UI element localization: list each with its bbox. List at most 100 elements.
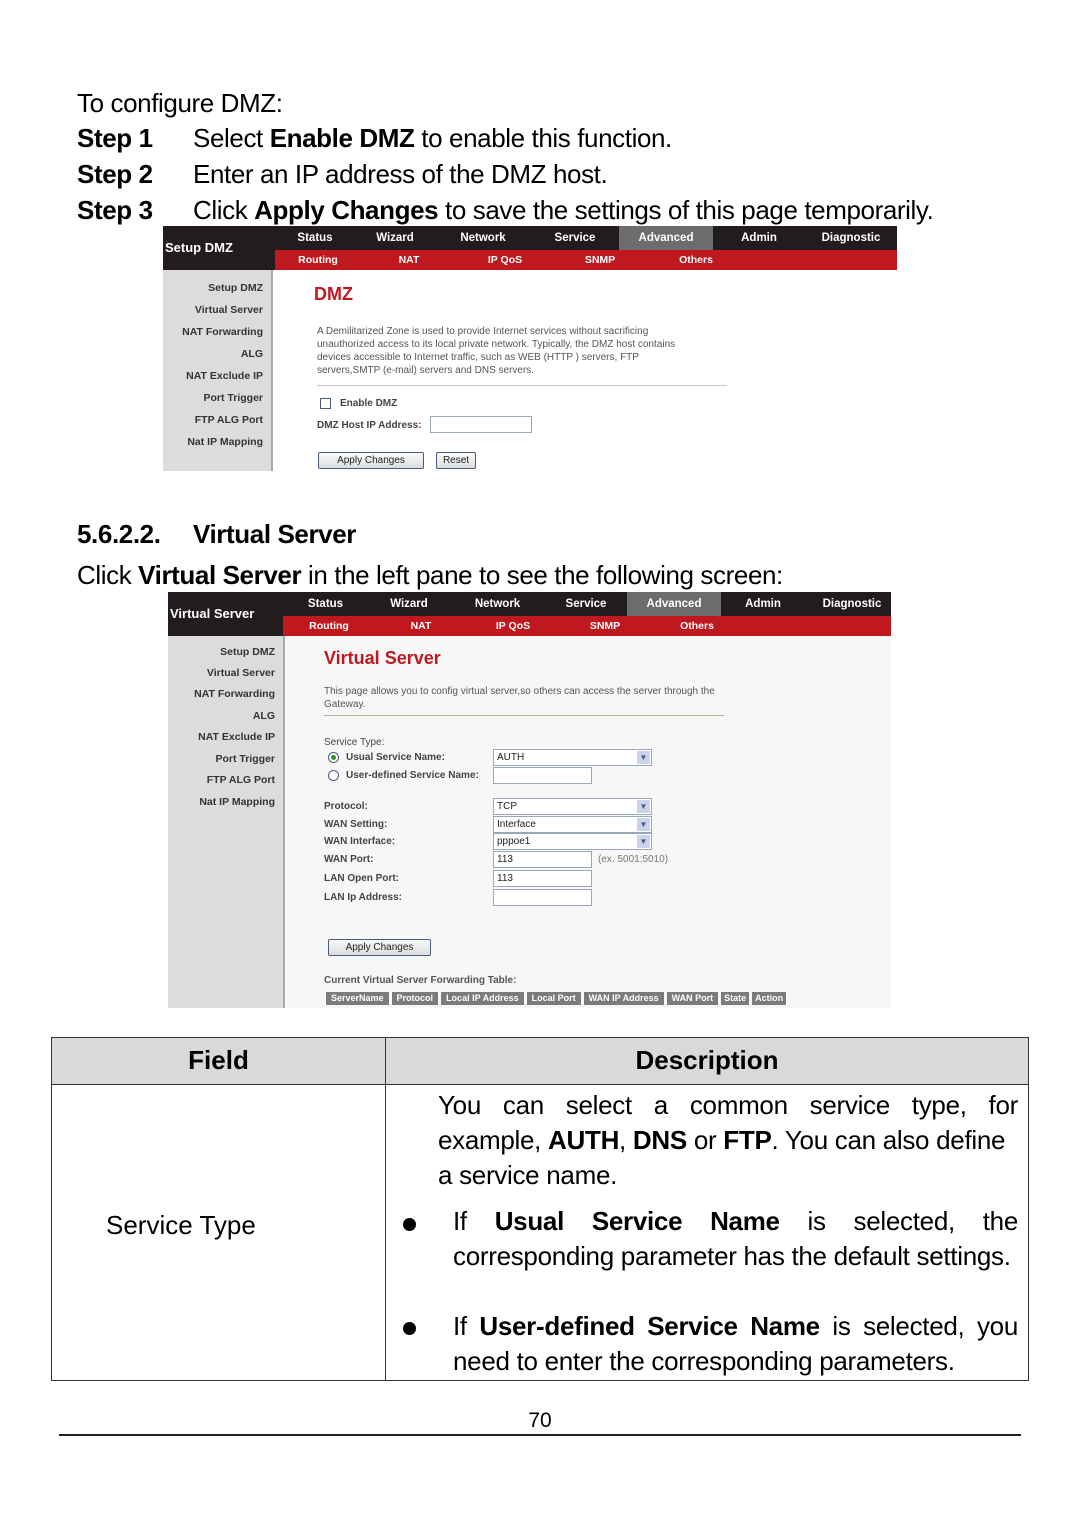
step-bold: Enable DMZ	[269, 123, 415, 153]
intro-text: in the left pane to see the following sc…	[301, 560, 783, 590]
protocol-select[interactable]: TCP ▼	[493, 798, 652, 815]
selected-value: AUTH	[497, 752, 525, 763]
apply-changes-button[interactable]: Apply Changes	[328, 939, 431, 956]
tab-service[interactable]: Service	[531, 226, 619, 250]
step-label: Step 3	[77, 195, 153, 225]
virtual-server-screenshot: Virtual Server Status Wizard Network Ser…	[168, 592, 891, 1008]
subtab-ip-qos[interactable]: IP QoS	[457, 250, 553, 270]
chevron-down-icon: ▼	[637, 818, 650, 831]
intro-lead: To configure DMZ:	[77, 88, 283, 118]
selected-value: TCP	[497, 801, 517, 812]
step-text: to save the settings of this page tempor…	[438, 195, 934, 225]
enable-dmz-checkbox[interactable]	[320, 398, 331, 409]
step-bold: Apply Changes	[254, 195, 439, 225]
section-intro: Click Virtual Server in the left pane to…	[77, 557, 783, 593]
bullet-icon	[403, 1322, 416, 1335]
sidebar-item-ftp-alg-port[interactable]: FTP ALG Port	[207, 774, 275, 786]
text: example,	[438, 1125, 549, 1155]
tab-status[interactable]: Status	[283, 592, 368, 616]
sidebar-item-alg[interactable]: ALG	[253, 710, 275, 722]
sidebar-item-nat-exclude-ip[interactable]: NAT Exclude IP	[198, 731, 275, 743]
sidebar-item-setup-dmz[interactable]: Setup DMZ	[208, 282, 263, 294]
bullet-icon	[403, 1218, 416, 1231]
wan-port-input[interactable]	[493, 851, 592, 868]
description-intro: You can select a common service type, fo…	[438, 1088, 1018, 1193]
usual-service-label: Usual Service Name:	[346, 752, 445, 763]
subtab-others[interactable]: Others	[647, 250, 745, 270]
column-header: WAN Port	[666, 992, 719, 1005]
tab-diagnostic[interactable]: Diagnostic	[805, 226, 897, 250]
sidebar: Setup DMZ Virtual Server NAT Forwarding …	[168, 636, 285, 1008]
tab-diagnostic[interactable]: Diagnostic	[805, 592, 891, 616]
virtual-server-main-panel: Virtual Server This page allows you to c…	[285, 636, 891, 1008]
sidebar-item-port-trigger[interactable]: Port Trigger	[215, 753, 275, 765]
apply-changes-button[interactable]: Apply Changes	[318, 452, 424, 469]
sidebar-item-nat-exclude-ip[interactable]: NAT Exclude IP	[186, 370, 263, 382]
wan-setting-select[interactable]: Interface ▼	[493, 816, 652, 833]
selected-value: pppoe1	[497, 836, 531, 847]
subtab-routing[interactable]: Routing	[275, 250, 361, 270]
field-description-table: Field Description Service Type You can s…	[51, 1037, 1029, 1381]
text: If	[453, 1206, 495, 1236]
wan-port-hint: (ex. 5001:5010)	[598, 854, 669, 865]
tab-status[interactable]: Status	[275, 226, 355, 250]
tab-wizard[interactable]: Wizard	[355, 226, 435, 250]
dmz-main-panel: DMZ A Demilitarized Zone is used to prov…	[275, 270, 897, 471]
chevron-down-icon: ▼	[637, 835, 650, 848]
tab-wizard[interactable]: Wizard	[368, 592, 450, 616]
user-defined-service-label: User-defined Service Name:	[346, 770, 479, 781]
column-header: ServerName	[326, 992, 389, 1005]
usual-service-radio[interactable]	[328, 752, 339, 763]
user-defined-service-radio[interactable]	[328, 770, 339, 781]
reset-button[interactable]: Reset	[436, 452, 476, 469]
description-line: unauthorized access to its local private…	[317, 339, 676, 350]
forwarding-table-header: ServerName Protocol Local IP Address Loc…	[326, 992, 787, 1005]
subtab-snmp[interactable]: SNMP	[553, 250, 647, 270]
step-text: Select	[193, 123, 270, 153]
user-defined-service-input[interactable]	[493, 767, 592, 784]
wan-interface-label: WAN Interface:	[324, 836, 396, 847]
subtab-nat[interactable]: NAT	[375, 616, 467, 636]
protocol-label: Protocol:	[324, 801, 368, 812]
column-header: Action	[752, 992, 787, 1005]
description-line: Gateway.	[324, 699, 366, 710]
sidebar-item-nat-forwarding[interactable]: NAT Forwarding	[194, 688, 275, 700]
tab-advanced[interactable]: Advanced	[619, 226, 713, 250]
subtab-others[interactable]: Others	[651, 616, 743, 636]
tab-admin[interactable]: Admin	[713, 226, 805, 250]
subtab-nat[interactable]: NAT	[361, 250, 457, 270]
dmz-host-ip-input[interactable]	[430, 416, 532, 433]
text: ,	[619, 1125, 633, 1155]
tab-network[interactable]: Network	[450, 592, 545, 616]
sidebar-item-virtual-server[interactable]: Virtual Server	[195, 304, 263, 316]
wan-interface-select[interactable]: pppoe1 ▼	[493, 833, 652, 850]
column-header: Protocol	[391, 992, 439, 1005]
subtab-routing[interactable]: Routing	[283, 616, 375, 636]
tab-network[interactable]: Network	[435, 226, 531, 250]
page-description: A Demilitarized Zone is used to provide …	[317, 325, 675, 377]
sidebar-item-nat-forwarding[interactable]: NAT Forwarding	[182, 326, 263, 338]
lan-ip-address-input[interactable]	[493, 889, 592, 906]
sidebar-item-alg[interactable]: ALG	[241, 348, 263, 360]
description-line: servers,SMTP (e-mail) servers and DNS se…	[317, 365, 535, 376]
sidebar-item-port-trigger[interactable]: Port Trigger	[203, 392, 263, 404]
tab-advanced[interactable]: Advanced	[627, 592, 721, 616]
subtab-snmp[interactable]: SNMP	[559, 616, 651, 636]
subtab-ip-qos[interactable]: IP QoS	[467, 616, 559, 636]
sidebar-item-nat-ip-mapping[interactable]: Nat IP Mapping	[187, 436, 263, 448]
sidebar-item-virtual-server[interactable]: Virtual Server	[207, 667, 275, 679]
bold-text: DNS	[632, 1125, 687, 1155]
sidebar-item-nat-ip-mapping[interactable]: Nat IP Mapping	[199, 796, 275, 808]
manual-page: To configure DMZ: Step 1 Select Enable DM…	[0, 0, 1080, 1527]
bullet-item: If Usual Service Name is selected, the c…	[453, 1204, 1018, 1274]
lan-open-port-input[interactable]	[493, 870, 592, 887]
sidebar-item-ftp-alg-port[interactable]: FTP ALG Port	[195, 414, 263, 426]
tab-admin[interactable]: Admin	[721, 592, 805, 616]
sub-tabs: Routing NAT IP QoS SNMP Others	[283, 616, 891, 636]
usual-service-select[interactable]: AUTH ▼	[493, 749, 652, 766]
bold-text: Usual Service Name	[494, 1206, 780, 1236]
sidebar-item-setup-dmz[interactable]: Setup DMZ	[220, 646, 275, 658]
tab-service[interactable]: Service	[545, 592, 627, 616]
field-name: Service Type	[106, 1210, 256, 1240]
description-line: This page allows you to config virtual s…	[324, 686, 715, 697]
